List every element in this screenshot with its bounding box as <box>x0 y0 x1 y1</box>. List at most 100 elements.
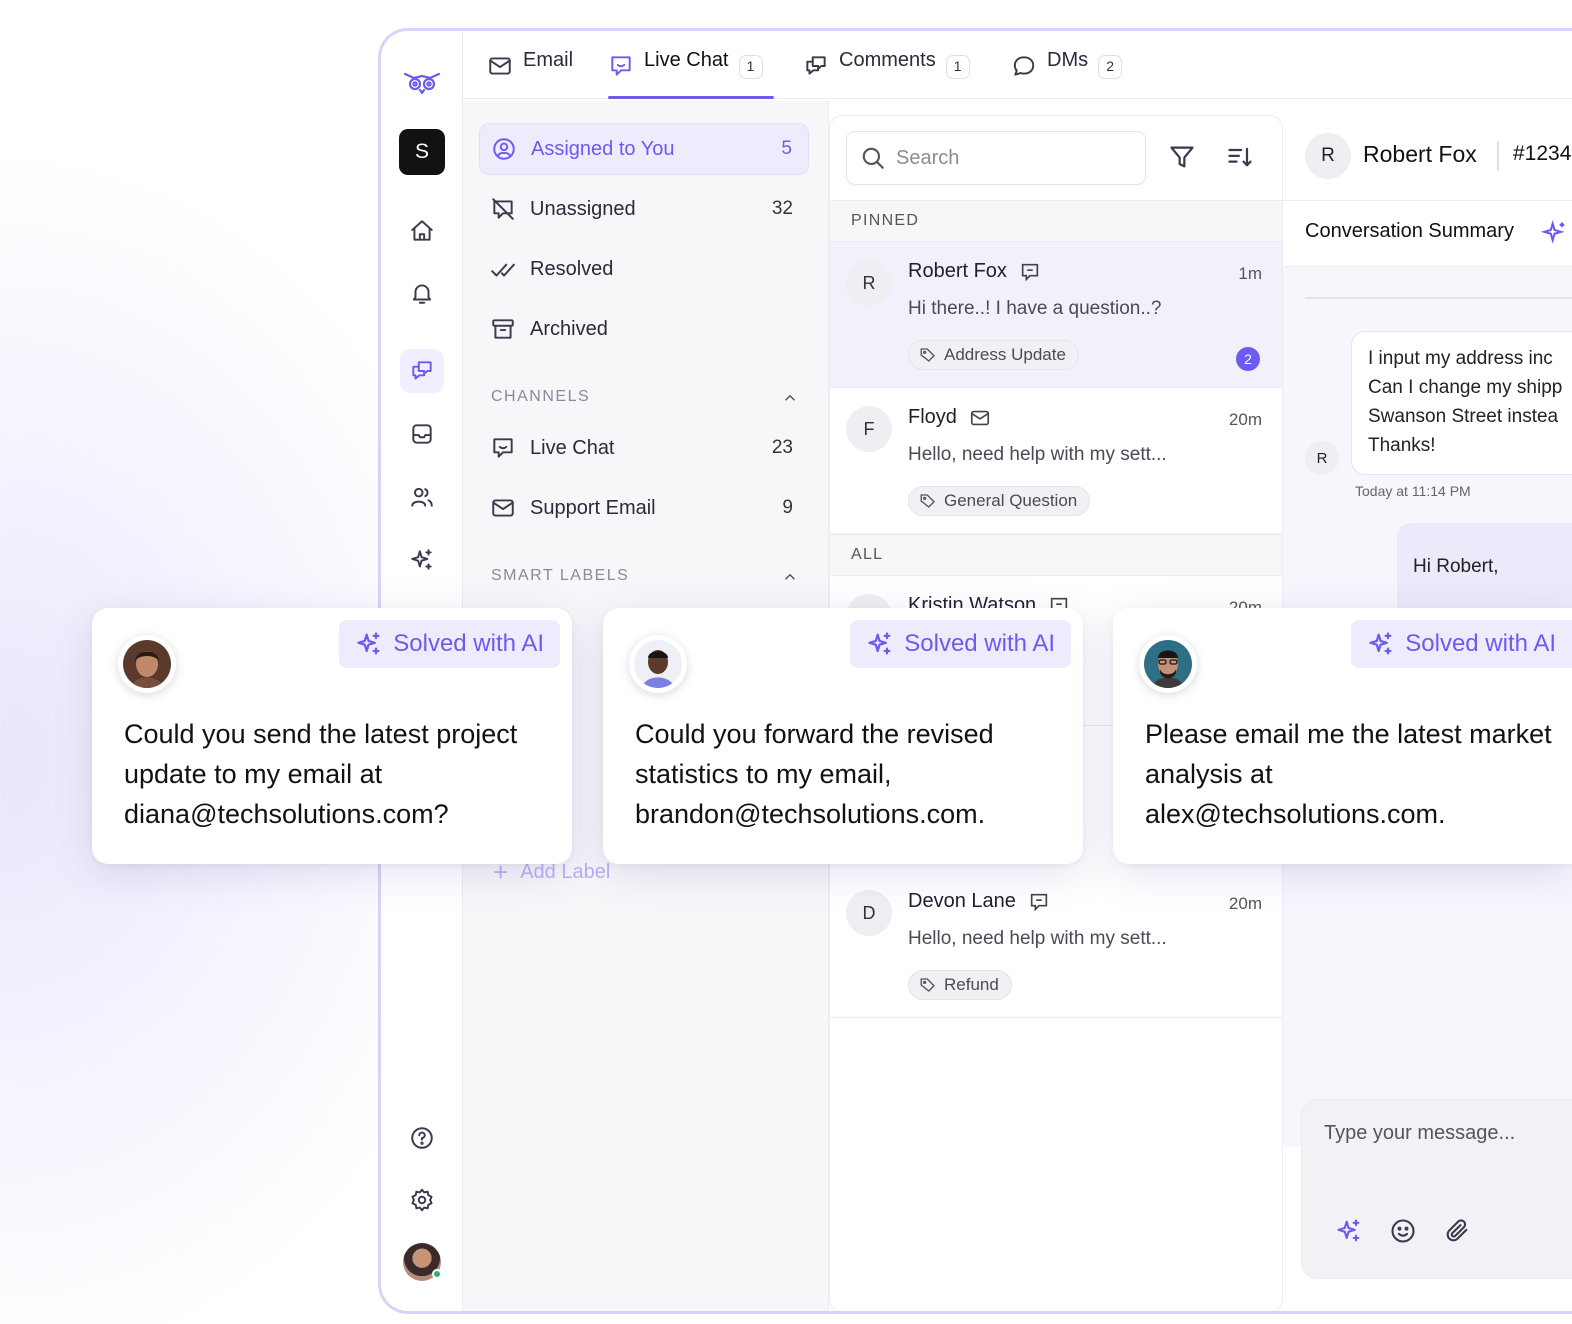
label-tag[interactable]: Refund <box>908 970 1012 1000</box>
tab-live-chat[interactable]: Live Chat 1 <box>608 49 774 99</box>
home-icon[interactable] <box>400 209 444 253</box>
detail-header: R Robert Fox #1234 <box>1283 115 1572 201</box>
message-input[interactable] <box>1324 1122 1572 1145</box>
tab-label: Email <box>523 49 574 71</box>
timestamp: 1m <box>1238 264 1262 283</box>
channel-live-chat[interactable]: Live Chat 23 <box>479 422 809 474</box>
online-status-dot <box>432 1269 442 1279</box>
customer-request-text: Could you forward the revised statistics… <box>635 719 994 829</box>
filter-unassigned[interactable]: Unassigned 32 <box>479 183 809 235</box>
label-tag[interactable]: General Question <box>908 486 1091 516</box>
message-line: Swanson Street instea <box>1368 406 1559 427</box>
badge-text: Solved with AI <box>1405 630 1556 657</box>
help-icon[interactable] <box>400 1116 444 1160</box>
search-input[interactable] <box>896 146 1116 170</box>
customer-avatar <box>1139 635 1197 693</box>
ai-solved-card: Solved with AI Please email me the lates… <box>1113 608 1572 864</box>
badge-text: Solved with AI <box>393 630 544 657</box>
label-tag[interactable]: Address Update <box>908 340 1079 370</box>
tab-comments[interactable]: Comments 1 <box>803 49 970 99</box>
conversation-summary-toggle[interactable]: Conversation Summary <box>1283 201 1572 267</box>
smart-labels-heading[interactable]: SMART LABELS <box>491 567 799 585</box>
tab-dms[interactable]: DMs 2 <box>1011 49 1123 99</box>
settings-icon[interactable] <box>400 1178 444 1222</box>
ai-solved-card: Solved with AI Could you send the latest… <box>92 608 572 864</box>
emoji-icon[interactable] <box>1386 1214 1420 1248</box>
channel-label: Support Email <box>530 496 656 519</box>
ai-sparkle-icon[interactable] <box>400 538 444 582</box>
unread-badge: 2 <box>1236 347 1260 371</box>
ai-sparkle-icon[interactable] <box>1332 1214 1366 1248</box>
sort-icon[interactable] <box>1226 143 1256 173</box>
solved-with-ai-badge: Solved with AI <box>339 620 560 668</box>
user-avatar[interactable] <box>403 1243 442 1281</box>
search-box[interactable] <box>846 131 1146 185</box>
filter-label: Unassigned <box>530 197 636 220</box>
ai-sparkle-icon <box>1369 632 1392 655</box>
customer-avatar <box>629 635 687 693</box>
channel-tabs: Email Live Chat 1 Comments 1 DMs 2 <box>463 31 1572 99</box>
channels-heading[interactable]: CHANNELS <box>491 388 799 406</box>
avatar: R <box>846 260 892 306</box>
customer-message: I input my address inc Can I change my s… <box>1351 331 1572 475</box>
tab-label: DMs <box>1047 49 1089 71</box>
name-text: Robert Fox <box>908 260 1007 282</box>
contact-name: Devon Lane <box>908 890 1050 913</box>
filter-icon[interactable] <box>1168 143 1198 173</box>
filter-label: Assigned to You <box>531 137 675 160</box>
chevron-up-icon <box>784 573 796 580</box>
comments-icon <box>806 56 826 75</box>
tab-email[interactable]: Email <box>487 49 573 99</box>
conversations-icon[interactable] <box>400 349 444 393</box>
channel-count: 9 <box>782 497 793 518</box>
contact-name: Robert Fox <box>1363 141 1477 167</box>
avatar: D <box>846 890 892 936</box>
speech-bubble-icon <box>1013 56 1035 76</box>
conversation-item[interactable]: F Floyd 20m Hello, need help with my set… <box>830 388 1282 534</box>
filter-count: 5 <box>781 138 792 159</box>
inbox-icon[interactable] <box>400 412 444 456</box>
message-preview: Hi there..! I have a question..? <box>908 298 1162 319</box>
conversation-item[interactable]: R Robert Fox 1m Hi there..! I have a que… <box>830 242 1282 388</box>
archive-icon <box>490 316 516 342</box>
tag-icon <box>920 494 935 508</box>
contact-name: Floyd <box>908 406 991 429</box>
tag-icon <box>920 348 935 362</box>
channel-support-email[interactable]: Support Email 9 <box>479 482 809 534</box>
tab-count: 1 <box>738 55 763 79</box>
mail-icon <box>490 495 516 521</box>
ai-sparkle-icon <box>1541 219 1565 244</box>
conversation-item[interactable]: D Devon Lane 20m Hello, need help with m… <box>830 872 1282 1018</box>
filter-archived[interactable]: Archived <box>479 303 809 355</box>
solved-with-ai-badge: Solved with AI <box>850 620 1071 668</box>
message-preview: Hello, need help with my sett... <box>908 928 1167 949</box>
ai-sparkle-icon <box>357 632 380 655</box>
mail-icon <box>970 410 989 425</box>
badge-text: Solved with AI <box>904 630 1055 657</box>
contacts-icon[interactable] <box>400 475 444 519</box>
avatar: R <box>1305 133 1351 179</box>
timestamp: 20m <box>1228 894 1262 913</box>
chevron-up-icon <box>784 394 796 401</box>
message-composer <box>1301 1099 1572 1279</box>
message-off-icon <box>490 196 516 222</box>
message-line: Can I change my shipp <box>1368 377 1563 398</box>
customer-avatar <box>118 635 176 693</box>
chat-icon <box>611 56 631 76</box>
mail-icon <box>489 57 511 75</box>
message-preview: Hello, need help with my sett... <box>908 444 1167 465</box>
filter-resolved[interactable]: Resolved <box>479 243 809 295</box>
filter-assigned-to-you[interactable]: Assigned to You 5 <box>479 123 809 175</box>
bell-icon[interactable] <box>400 271 444 315</box>
section-title: CHANNELS <box>491 388 591 405</box>
message-timestamp: Today at 11:14 PM <box>1355 483 1471 499</box>
tag-text: Address Update <box>944 345 1066 364</box>
tab-count: 1 <box>945 55 970 79</box>
ticket-id: #1234 <box>1513 142 1572 165</box>
group-header-all: ALL <box>830 534 1282 576</box>
attachment-icon[interactable] <box>1440 1214 1474 1248</box>
message-line: I input my address inc <box>1368 348 1553 369</box>
double-check-icon <box>490 256 516 282</box>
workspace-avatar[interactable]: S <box>399 129 445 175</box>
search-icon <box>862 147 884 169</box>
